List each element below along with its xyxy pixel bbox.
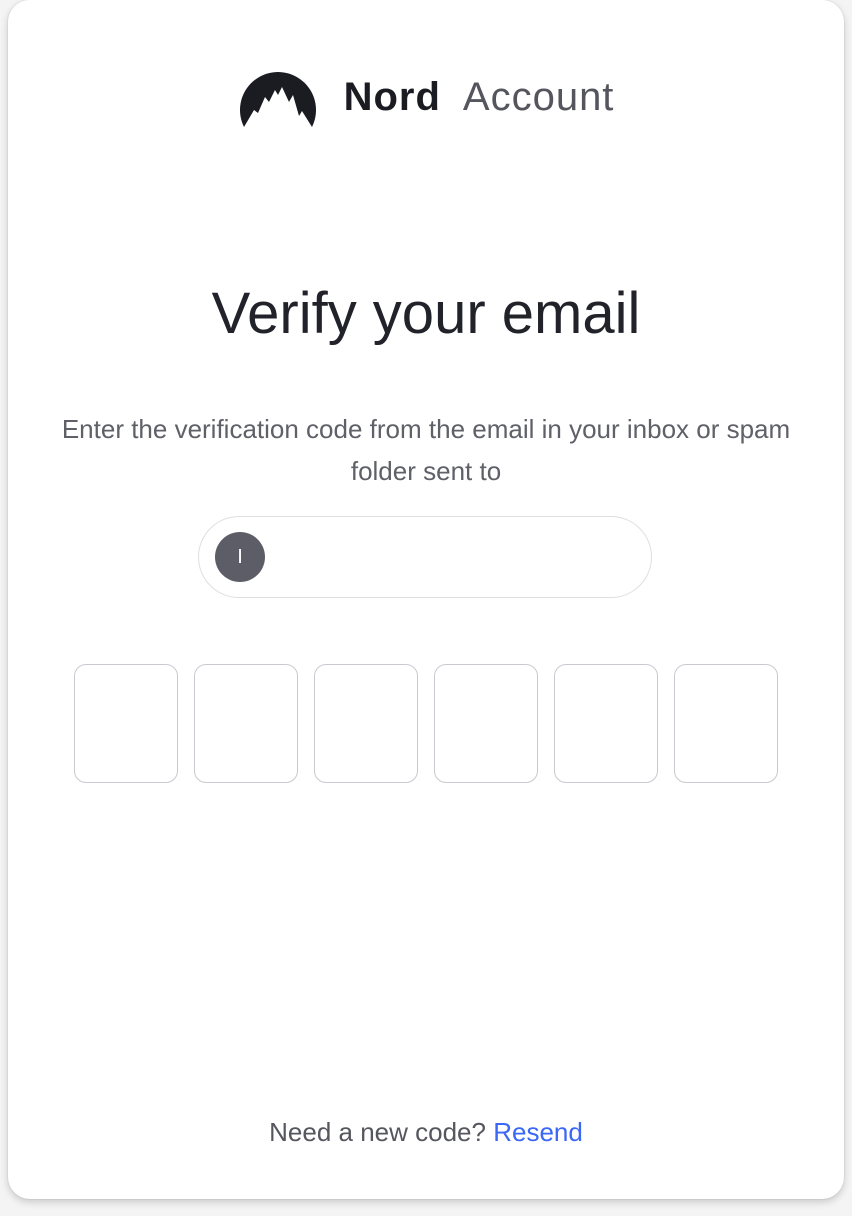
page-title: Verify your email (211, 281, 641, 346)
resend-link[interactable]: Resend (493, 1117, 583, 1147)
verification-card: Nord Account Verify your email Enter the… (8, 0, 844, 1199)
brand-name-bold: Nord (343, 74, 441, 119)
resend-row: Need a new code? Resend (8, 1114, 844, 1150)
code-digit-1[interactable] (74, 664, 178, 783)
code-digit-2[interactable] (194, 664, 298, 783)
code-digit-6[interactable] (674, 664, 778, 783)
code-digit-5[interactable] (554, 664, 658, 783)
brand-name-light: Account (462, 74, 615, 119)
brand-header: Nord Account (8, 64, 844, 130)
email-display: I (198, 516, 652, 598)
instruction-text: Enter the verification code from the ema… (61, 414, 791, 486)
code-input-group (74, 664, 778, 783)
code-digit-4[interactable] (434, 664, 538, 783)
avatar: I (215, 532, 265, 582)
nord-mountain-icon (239, 72, 316, 127)
resend-prompt: Need a new code? (269, 1117, 486, 1147)
code-digit-3[interactable] (314, 664, 418, 783)
